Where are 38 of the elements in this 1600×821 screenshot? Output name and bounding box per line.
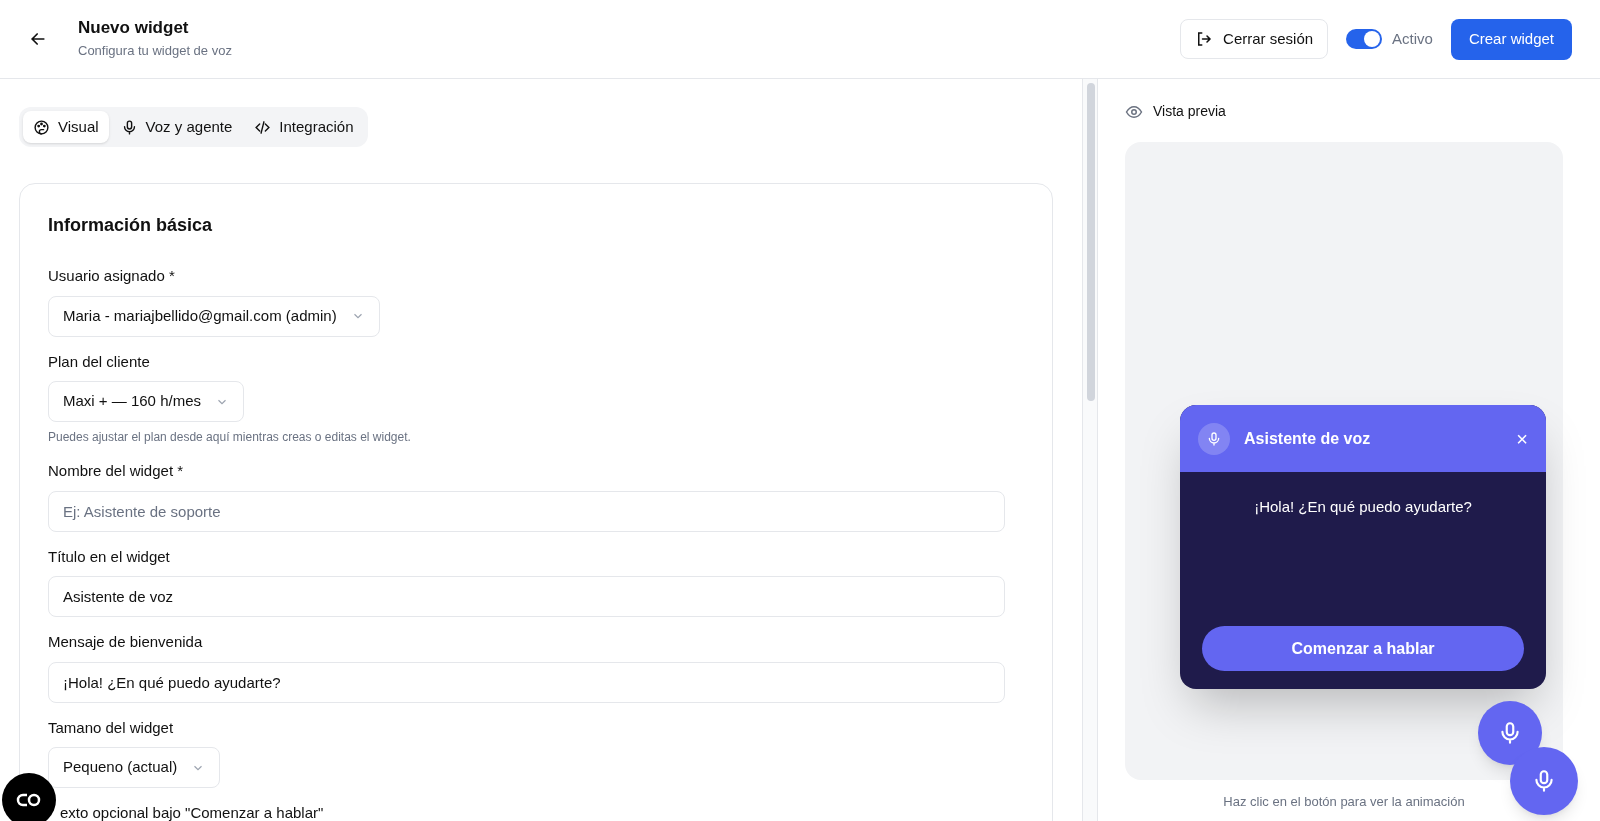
field-label: exto opcional bajo "Comenzar a hablar" [60,803,324,821]
tab[interactable]: Integración [244,111,364,143]
logout-button[interactable]: Cerrar sesión [1180,19,1329,59]
input-field[interactable]: Ej: Asistente de soporte [48,490,1005,532]
palette-icon [33,118,50,136]
field-label: Mensaje de bienvenida [48,632,203,652]
page-title: Nuevo widget [78,17,190,39]
toggle-icon [15,792,43,808]
active-toggle[interactable] [1346,29,1383,49]
create-widget-button[interactable]: Crear widget [1450,18,1572,60]
tab[interactable]: Visual [23,111,109,143]
input-field[interactable]: ¡Hola! ¿En qué puedo ayudarte? [48,661,1005,703]
preview-hint: Haz clic en el botón para ver la animación [1222,793,1466,811]
input-field[interactable]: Asistente de voz [48,576,1005,617]
widget-title: Asistente de voz [1244,428,1371,449]
section-title: Información básica [48,214,214,237]
scrollbar-thumb[interactable] [1087,83,1095,401]
select-field[interactable]: Pequeno (actual) [48,747,221,788]
mic-icon [1206,430,1222,447]
field-label: Usuario asignado * [48,266,175,286]
preview-title: Vista previa [1153,102,1226,121]
page-subtitle: Configura tu widget de voz [78,42,232,61]
select-field[interactable]: Maria - mariajbellido@gmail.com (admin) [48,295,380,337]
tab[interactable]: Voz y agente [110,111,243,143]
field-label: Nombre del widget * [48,461,184,481]
field-label: Título en el widget [48,546,170,567]
close-button[interactable]: × [1516,428,1528,449]
toggle-label: Activo [1392,28,1433,49]
start-talking-button[interactable]: Comenzar a hablar [1202,626,1524,671]
welcome-message: ¡Hola! ¿En qué puedo ayudarte? [1253,497,1473,517]
help-text: Puedes ajustar el plan desde aquí mientras creas o editas el widget. [48,429,411,446]
mic-button[interactable] [1510,747,1578,815]
field-label: Tamano del widget [48,717,174,738]
logout-icon [1195,30,1214,48]
field-label: Plan del cliente [48,351,150,372]
code-icon [254,118,272,136]
floating-action-button[interactable] [2,773,56,821]
select-field[interactable]: Maxi + — 160 h/mes [48,381,244,422]
